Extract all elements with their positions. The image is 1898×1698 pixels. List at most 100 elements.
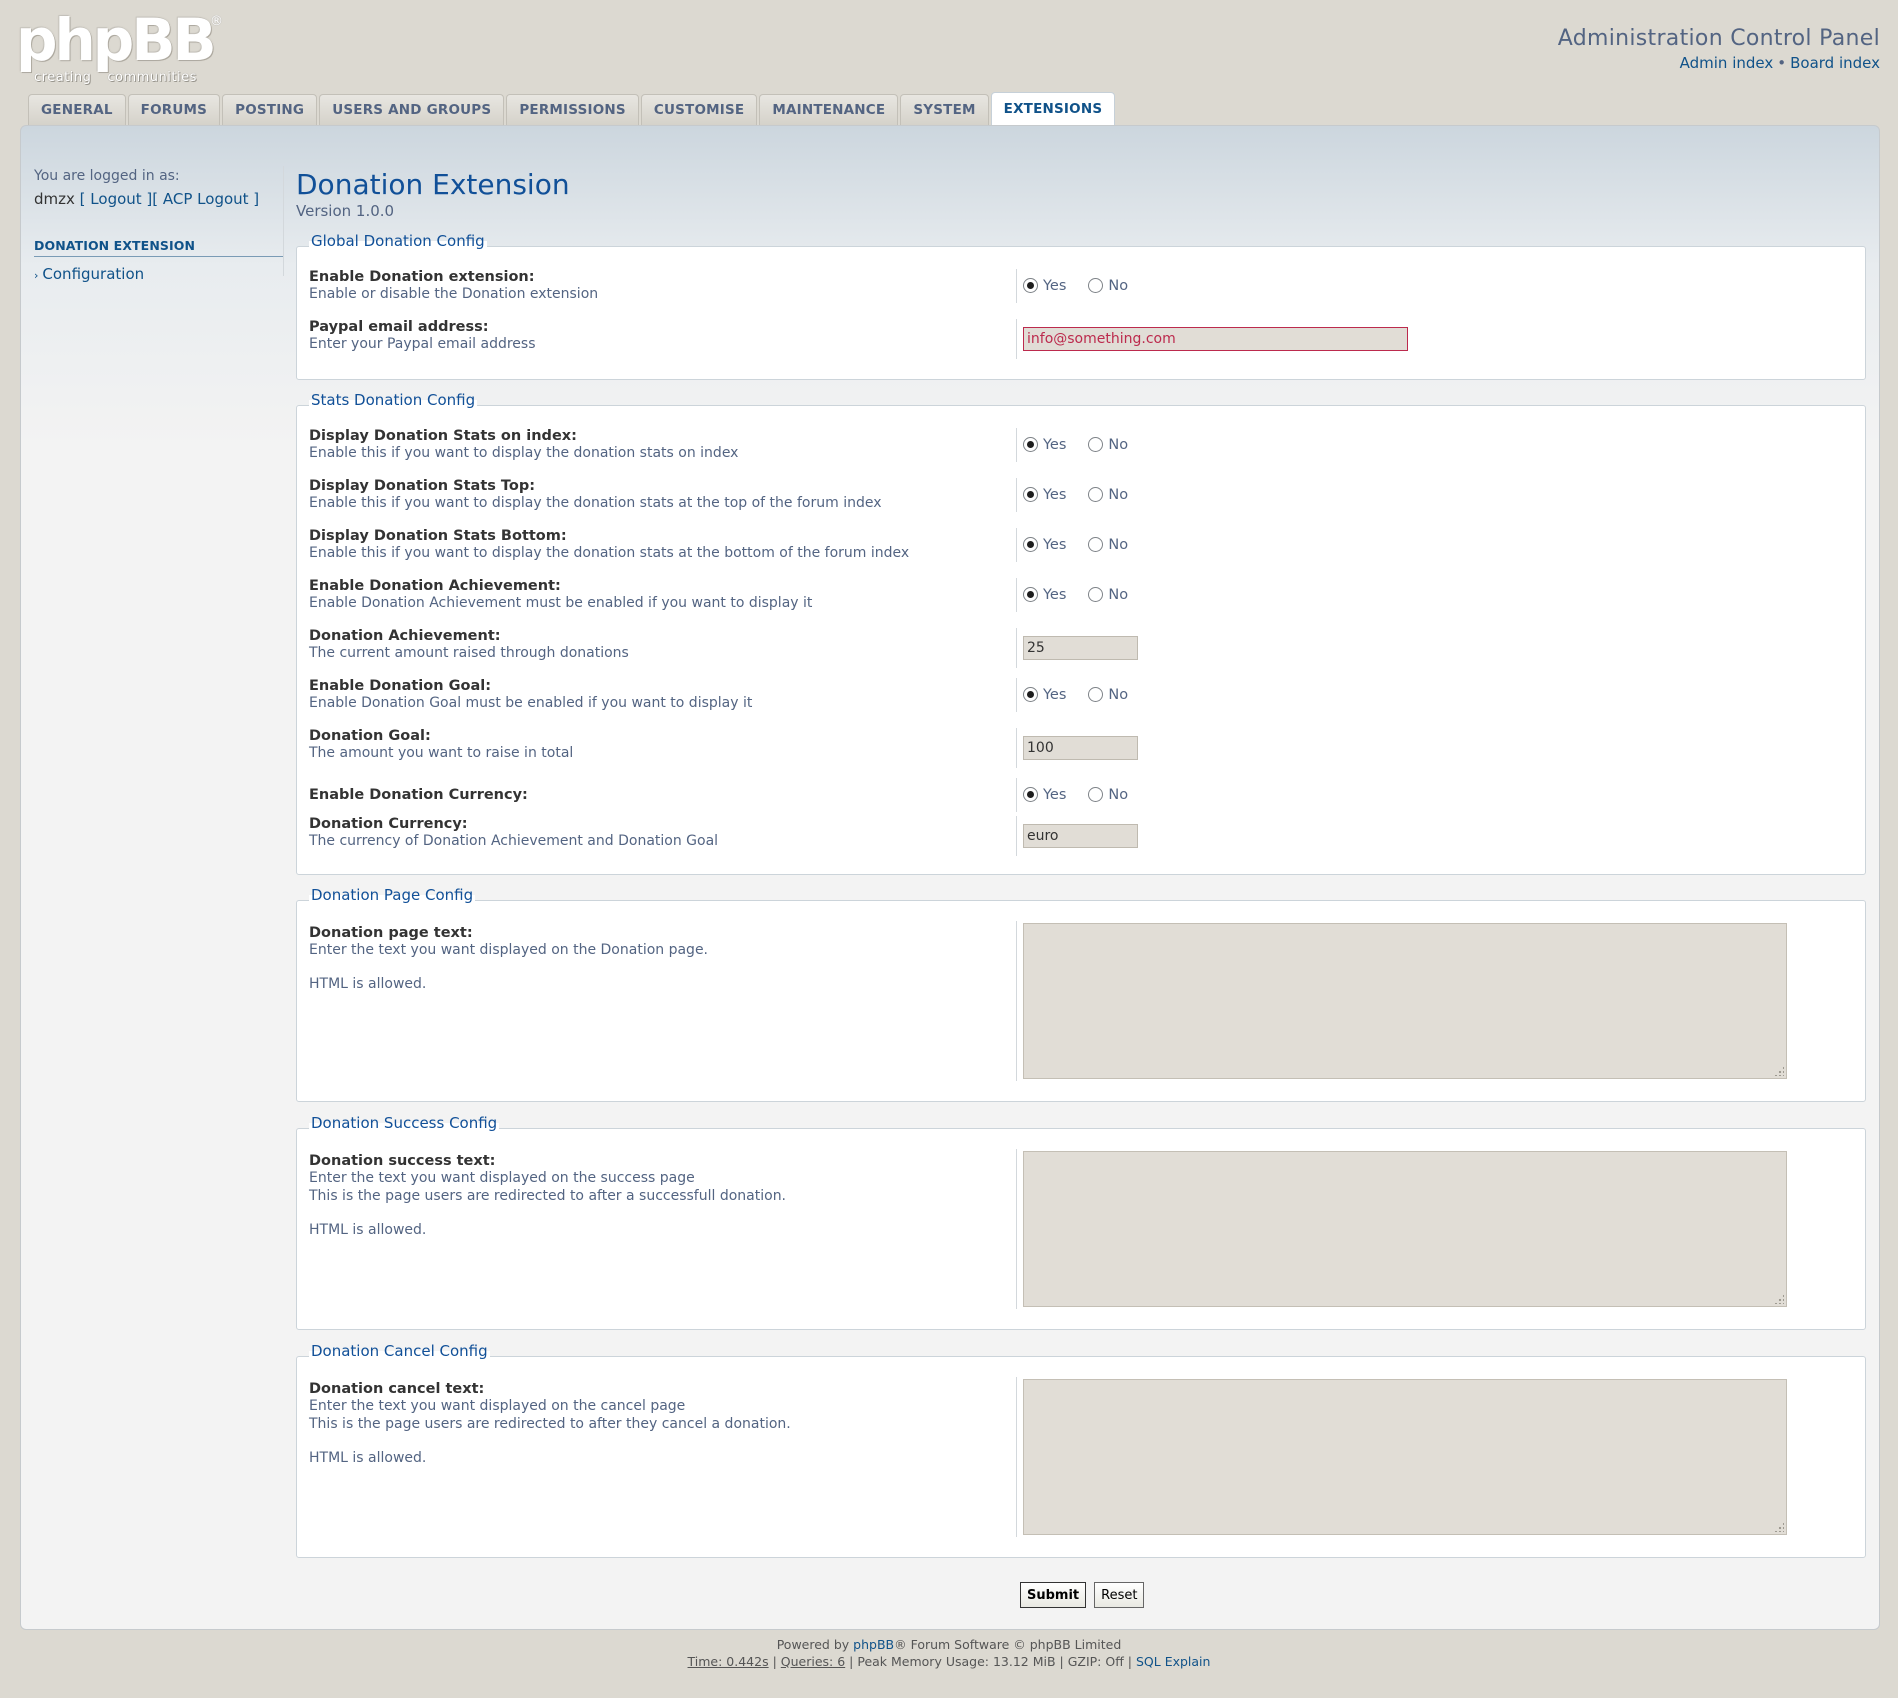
radio-no[interactable]: No bbox=[1088, 536, 1128, 553]
radio-checked-icon[interactable] bbox=[1023, 586, 1038, 602]
achievement-input[interactable]: 25 bbox=[1023, 636, 1138, 660]
setting-description: Enable this if you want to display the d… bbox=[309, 545, 910, 561]
radio-no[interactable]: No bbox=[1088, 277, 1128, 294]
radio-unchecked-icon[interactable] bbox=[1088, 486, 1104, 502]
paypal-email-input[interactable]: info@something.com bbox=[1023, 327, 1408, 351]
reset-button[interactable]: Reset bbox=[1094, 1582, 1145, 1608]
acp-title: Administration Control Panel bbox=[1557, 26, 1880, 51]
yes-no-radio-group: Yes No bbox=[1023, 436, 1128, 453]
resize-grip-icon[interactable] bbox=[1774, 1522, 1784, 1532]
sql-explain-link[interactable]: SQL Explain bbox=[1136, 1654, 1210, 1669]
resize-grip-icon[interactable] bbox=[1774, 1066, 1784, 1076]
radio-unchecked-icon[interactable] bbox=[1088, 277, 1104, 293]
radio-no[interactable]: No bbox=[1088, 436, 1128, 453]
radio-checked-icon[interactable] bbox=[1023, 536, 1038, 552]
sidebar-item-configuration[interactable]: › Configuration bbox=[34, 265, 284, 283]
phpbb-logo[interactable]: phpBB ® creating communities bbox=[16, 6, 223, 85]
logout-link[interactable]: [ Logout ] bbox=[80, 190, 153, 208]
tab-permissions[interactable]: Permissions bbox=[506, 94, 639, 125]
radio-yes[interactable]: Yes bbox=[1023, 686, 1066, 703]
setting-description-2: This is the page users are redirected to… bbox=[309, 1416, 791, 1432]
memory-stat: | Peak Memory Usage: 13.12 MiB | GZIP: O… bbox=[849, 1654, 1132, 1669]
yes-no-radio-group: Yes No bbox=[1023, 786, 1128, 803]
tab-posting[interactable]: Posting bbox=[222, 94, 318, 125]
queries-stat: Queries: 6 bbox=[780, 1654, 846, 1669]
powered-by-line: Powered by phpBB® Forum Software © phpBB… bbox=[776, 1637, 1122, 1652]
radio-yes[interactable]: Yes bbox=[1023, 486, 1066, 503]
acp-logout-link[interactable]: [ ACP Logout ] bbox=[152, 190, 259, 208]
setting-description: Enter the text you want displayed on the… bbox=[309, 942, 709, 958]
submit-button[interactable]: Submit bbox=[1020, 1582, 1087, 1608]
radio-no[interactable]: No bbox=[1088, 686, 1128, 703]
setting-description: Enter the text you want displayed on the… bbox=[309, 1398, 686, 1414]
radio-yes[interactable]: Yes bbox=[1023, 586, 1066, 603]
radio-yes[interactable]: Yes bbox=[1023, 536, 1066, 553]
sidebar: You are logged in as: dmzx [ Logout ][ A… bbox=[34, 168, 284, 283]
html-allowed-note: HTML is allowed. bbox=[309, 1450, 427, 1466]
radio-checked-icon[interactable] bbox=[1023, 786, 1038, 802]
radio-unchecked-icon[interactable] bbox=[1088, 436, 1104, 452]
time-stat: Time: 0.442s bbox=[687, 1654, 769, 1669]
goal-input[interactable]: 100 bbox=[1023, 736, 1138, 760]
radio-yes[interactable]: Yes bbox=[1023, 436, 1066, 453]
form-buttons: Submit Reset bbox=[1020, 1582, 1145, 1608]
tab-forums[interactable]: Forums bbox=[127, 94, 221, 125]
radio-yes[interactable]: Yes bbox=[1023, 277, 1066, 294]
tab-maintenance[interactable]: Maintenance bbox=[759, 94, 899, 125]
debug-line: Time: 0.442s | Queries: 6 | Peak Memory … bbox=[687, 1654, 1211, 1669]
radio-checked-icon[interactable] bbox=[1023, 486, 1038, 502]
version-label: Version 1.0.0 bbox=[296, 202, 395, 220]
fieldset-cancel-config: Donation Cancel Config Donation cancel t… bbox=[296, 1342, 1866, 1558]
setting-description: Enter the text you want displayed on the… bbox=[309, 1170, 695, 1186]
setting-description: The current amount raised through donati… bbox=[309, 645, 629, 661]
setting-description: Enable this if you want to display the d… bbox=[309, 495, 882, 511]
setting-title: Donation page text: bbox=[309, 925, 473, 941]
setting-description-2: This is the page users are redirected to… bbox=[309, 1188, 787, 1204]
sidebar-menu-heading: Donation Extension bbox=[34, 238, 284, 257]
radio-unchecked-icon[interactable] bbox=[1088, 786, 1104, 802]
setting-title: Donation Currency: bbox=[309, 816, 468, 832]
radio-no[interactable]: No bbox=[1088, 486, 1128, 503]
arrow-right-icon: › bbox=[34, 269, 39, 282]
board-index-link[interactable]: Board index bbox=[1790, 54, 1880, 72]
link-separator: • bbox=[1777, 54, 1787, 72]
currency-input[interactable]: euro bbox=[1023, 824, 1138, 848]
radio-unchecked-icon[interactable] bbox=[1088, 686, 1104, 702]
radio-unchecked-icon[interactable] bbox=[1088, 536, 1104, 552]
setting-title: Display Donation Stats Top: bbox=[309, 478, 536, 494]
tab-system[interactable]: System bbox=[900, 94, 989, 125]
radio-checked-icon[interactable] bbox=[1023, 436, 1038, 452]
radio-no[interactable]: No bbox=[1088, 786, 1128, 803]
yes-no-radio-group: Yes No bbox=[1023, 686, 1128, 703]
page-title: Donation Extension bbox=[296, 168, 570, 201]
radio-yes[interactable]: Yes bbox=[1023, 786, 1066, 803]
fieldset-legend: Donation Page Config bbox=[309, 886, 476, 904]
success-text-textarea[interactable] bbox=[1023, 1151, 1787, 1307]
html-allowed-note: HTML is allowed. bbox=[309, 976, 427, 992]
tab-general[interactable]: General bbox=[28, 94, 126, 125]
tab-customise[interactable]: Customise bbox=[640, 94, 758, 125]
radio-checked-icon[interactable] bbox=[1023, 277, 1038, 293]
setting-title: Display Donation Stats Bottom: bbox=[309, 528, 567, 544]
page-text-textarea[interactable] bbox=[1023, 923, 1787, 1079]
tab-users-and-groups[interactable]: Users and Groups bbox=[319, 94, 505, 125]
logged-in-label: You are logged in as: bbox=[34, 168, 180, 184]
setting-description: Enable Donation Achievement must be enab… bbox=[309, 595, 813, 611]
radio-checked-icon[interactable] bbox=[1023, 686, 1038, 702]
footer: Powered by phpBB® Forum Software © phpBB… bbox=[0, 1636, 1898, 1670]
header-links: Admin index • Board index bbox=[1680, 54, 1880, 72]
fieldset-legend: Stats Donation Config bbox=[309, 391, 478, 409]
admin-index-link[interactable]: Admin index bbox=[1680, 54, 1774, 72]
sidebar-divider bbox=[283, 166, 284, 276]
resize-grip-icon[interactable] bbox=[1774, 1294, 1784, 1304]
setting-title: Enable Donation Goal: bbox=[309, 678, 492, 694]
radio-unchecked-icon[interactable] bbox=[1088, 586, 1104, 602]
radio-no[interactable]: No bbox=[1088, 586, 1128, 603]
cancel-text-textarea[interactable] bbox=[1023, 1379, 1787, 1535]
logo-tagline: creating communities bbox=[34, 70, 197, 85]
user-line: dmzx [ Logout ][ ACP Logout ] bbox=[34, 190, 284, 208]
setting-description: The currency of Donation Achievement and… bbox=[309, 833, 719, 849]
tab-extensions[interactable]: Extensions bbox=[990, 92, 1116, 125]
phpbb-link[interactable]: phpBB bbox=[853, 1637, 894, 1652]
setting-title: Donation Goal: bbox=[309, 728, 431, 744]
